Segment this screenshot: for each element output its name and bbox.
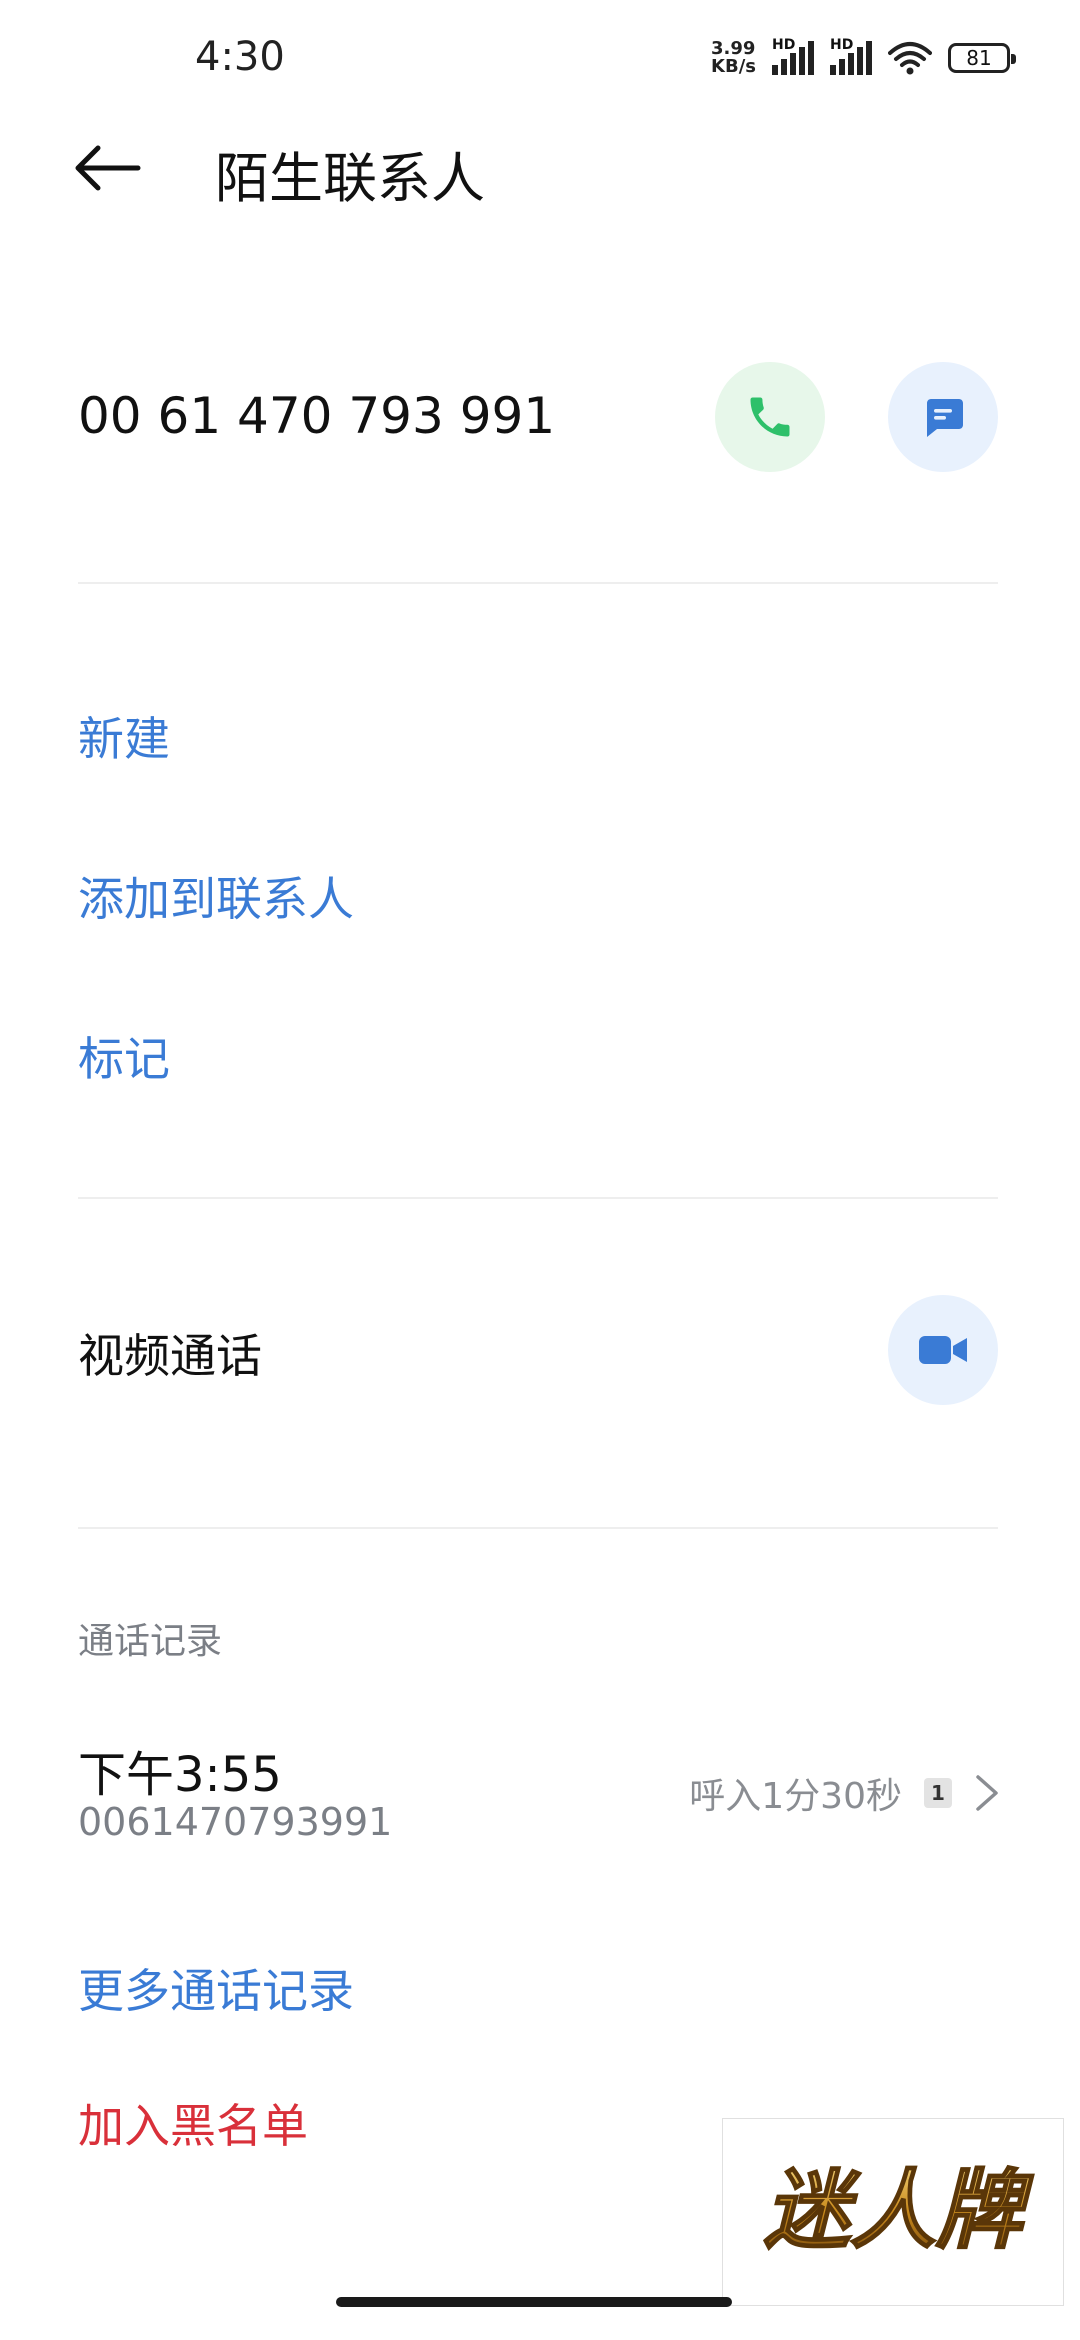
signal-sim2-icon: HD bbox=[830, 37, 872, 75]
watermark-logo: 迷人牌 bbox=[722, 2118, 1064, 2306]
home-indicator[interactable] bbox=[336, 2297, 732, 2307]
arrow-left-icon[interactable] bbox=[72, 140, 142, 196]
page-title: 陌生联系人 bbox=[215, 147, 485, 210]
divider bbox=[78, 582, 998, 584]
battery-level: 81 bbox=[966, 46, 992, 70]
add-to-blacklist-link[interactable]: 加入黑名单 bbox=[78, 2090, 308, 2156]
call-log-time[interactable]: 下午3:55 bbox=[78, 1735, 282, 1805]
network-speed: 3.99 KB/s bbox=[711, 40, 756, 76]
watermark-text: 迷人牌 bbox=[764, 2161, 1034, 2261]
call-log-entry-detail[interactable]: 呼入1分30秒 1 bbox=[689, 1767, 1000, 1819]
status-icons: 3.99 KB/s HD HD 81 bbox=[711, 37, 1016, 76]
phone-number: 00 61 470 793 991 bbox=[78, 387, 556, 445]
call-log-section-title: 通话记录 bbox=[78, 1621, 223, 1662]
phone-icon bbox=[750, 397, 790, 437]
call-log-number: 0061470793991 bbox=[78, 1800, 393, 1844]
new-contact-link[interactable]: 新建 bbox=[78, 703, 170, 769]
battery-icon: 81 bbox=[948, 43, 1016, 73]
hd-label: HD bbox=[772, 37, 796, 53]
add-to-contacts-link[interactable]: 添加到联系人 bbox=[78, 863, 354, 929]
chevron-right-icon[interactable] bbox=[974, 1773, 1000, 1813]
video-call-label[interactable]: 视频通话 bbox=[78, 1320, 262, 1386]
divider bbox=[78, 1197, 998, 1199]
watermark-logo-art: 迷人牌 bbox=[763, 2160, 1035, 2262]
wifi-icon bbox=[888, 42, 932, 75]
more-call-log-link[interactable]: 更多通话记录 bbox=[78, 1955, 354, 2021]
network-speed-unit: KB/s bbox=[711, 56, 756, 77]
signal-sim1-icon: HD bbox=[772, 37, 814, 75]
call-log-description: 呼入1分30秒 bbox=[689, 1776, 902, 1817]
sim-badge: 1 bbox=[924, 1778, 952, 1808]
video-camera-icon bbox=[919, 1336, 967, 1364]
hd-label: HD bbox=[830, 37, 854, 53]
message-icon bbox=[927, 399, 963, 437]
message-button[interactable] bbox=[888, 362, 998, 472]
status-time: 4:30 bbox=[195, 34, 285, 80]
video-call-button[interactable] bbox=[888, 1295, 998, 1405]
divider bbox=[78, 1527, 998, 1529]
mark-link[interactable]: 标记 bbox=[78, 1023, 170, 1089]
call-button[interactable] bbox=[715, 362, 825, 472]
